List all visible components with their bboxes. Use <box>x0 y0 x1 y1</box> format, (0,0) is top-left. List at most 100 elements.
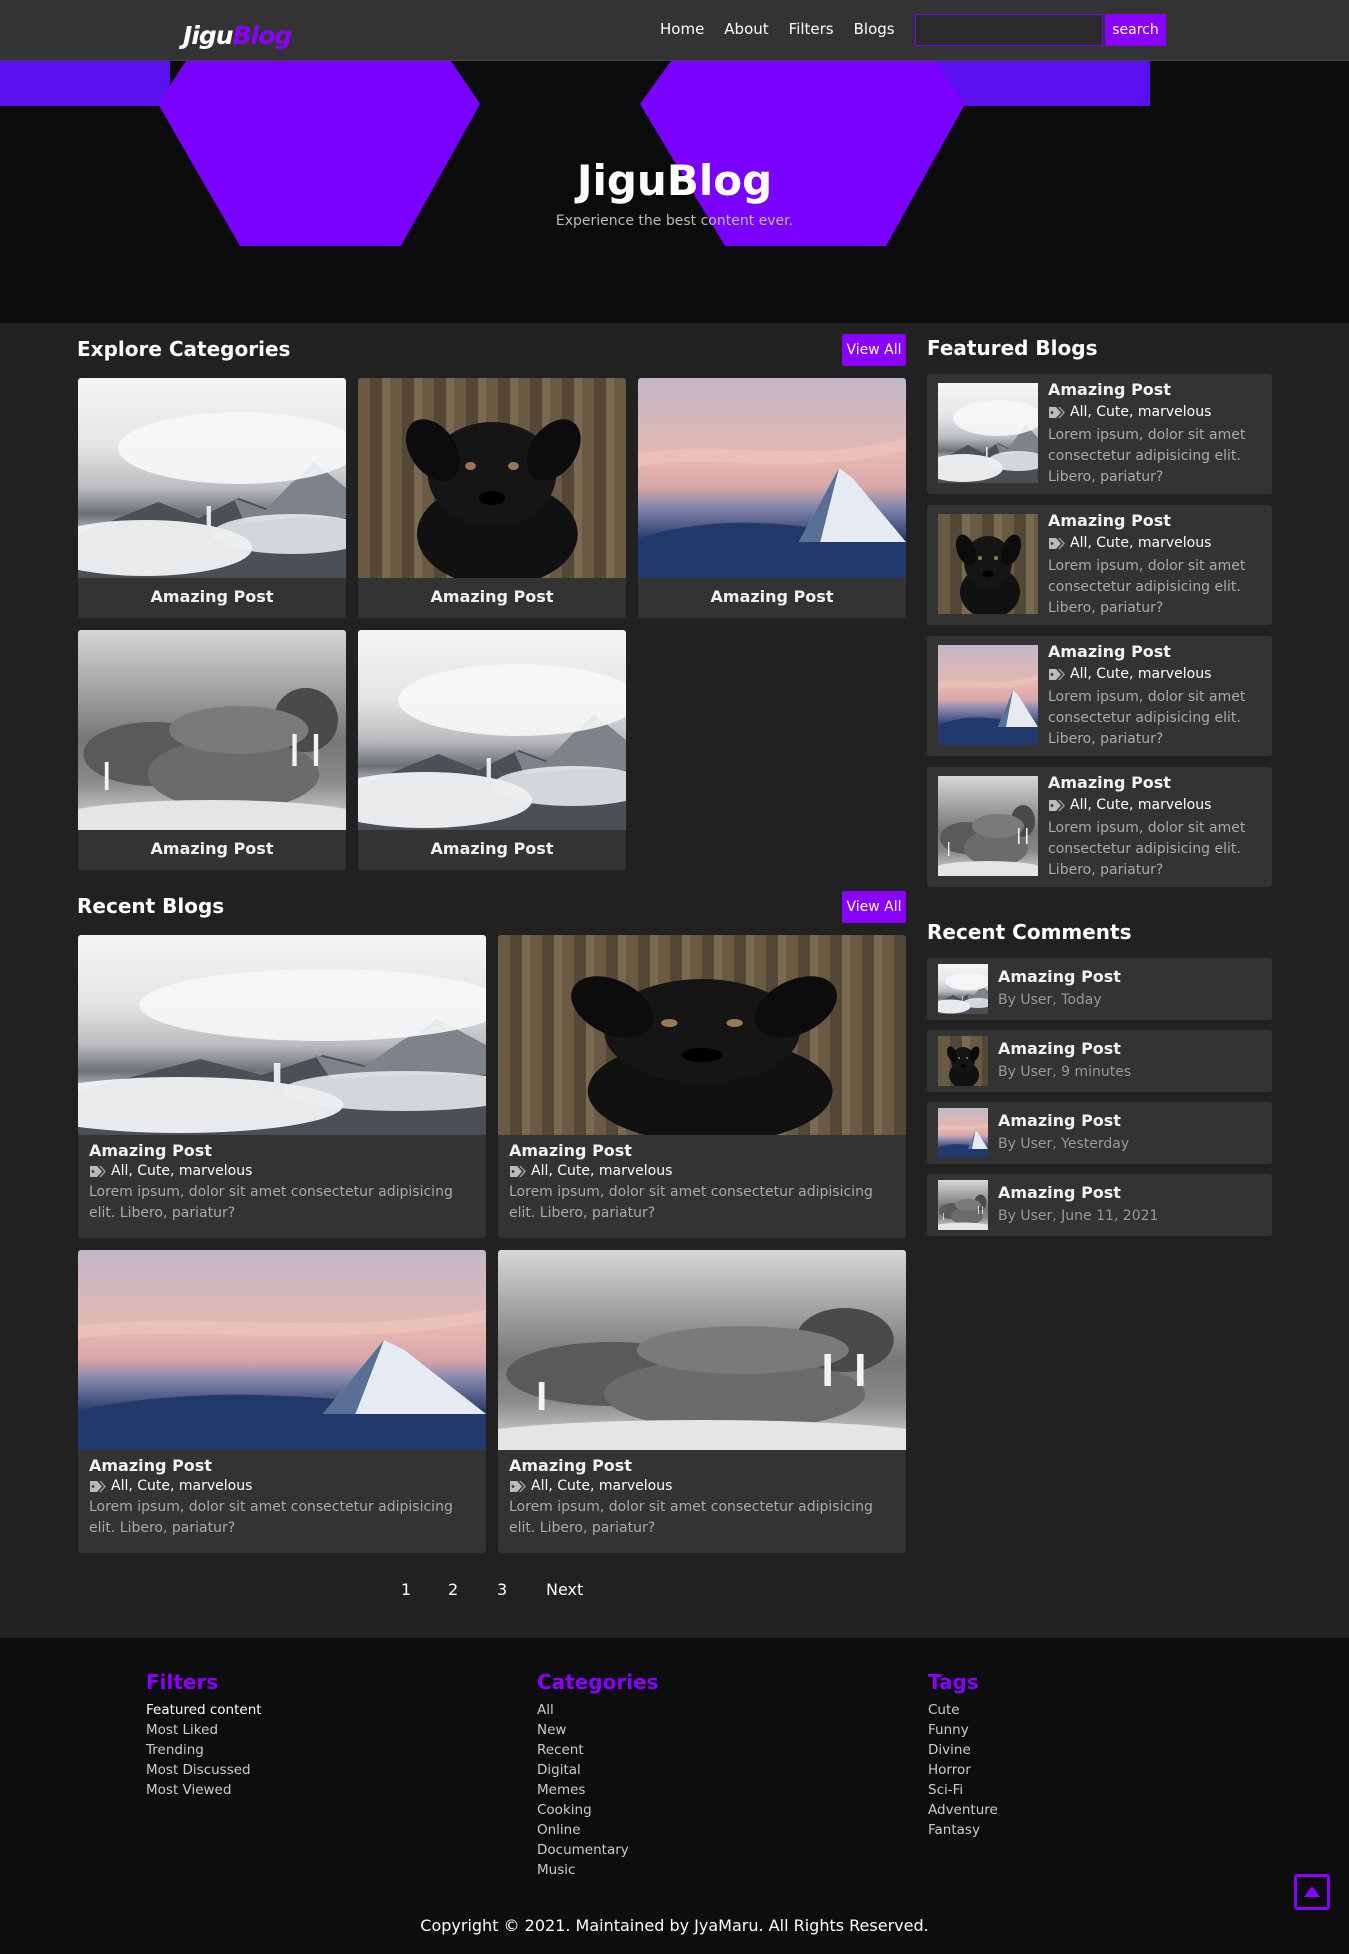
site-logo[interactable]: Jigu Blog <box>183 10 293 50</box>
nav-blogs[interactable]: Blogs <box>854 20 895 38</box>
blog-tags-text[interactable]: All, Cute, marvelous <box>531 1163 672 1179</box>
footer-category-link[interactable]: Memes <box>537 1780 659 1800</box>
featured-thumb <box>938 776 1038 876</box>
featured-title: Amazing Post <box>1048 773 1171 792</box>
blog-tags: All, Cute, marvelous <box>89 1163 475 1179</box>
category-image <box>78 630 346 830</box>
featured-title: Amazing Post <box>1048 380 1171 399</box>
category-card[interactable]: Amazing Post <box>638 378 906 618</box>
footer-categories: Categories All New Recent Digital Memes … <box>537 1670 659 1880</box>
blog-title: Amazing Post <box>89 1141 212 1160</box>
comment-post-title: Amazing Post <box>998 1183 1121 1202</box>
site-footer: Filters Featured content Most Liked Tren… <box>0 1638 1349 1954</box>
blog-image <box>498 1250 906 1450</box>
blog-tags-text[interactable]: All, Cute, marvelous <box>111 1163 252 1179</box>
comment-card[interactable]: Amazing Post By User, Today <box>927 958 1272 1020</box>
featured-excerpt: Lorem ipsum, dolor sit amet consectetur … <box>1048 820 1246 878</box>
scroll-to-top-button[interactable] <box>1294 1874 1330 1910</box>
footer-filter-link[interactable]: Trending <box>146 1740 262 1760</box>
category-card[interactable]: Amazing Post <box>358 378 626 618</box>
page-link-2[interactable]: 2 <box>448 1580 458 1599</box>
footer-filter-link[interactable]: Most Discussed <box>146 1760 262 1780</box>
category-card[interactable]: Amazing Post <box>358 630 626 870</box>
category-card[interactable]: Amazing Post <box>78 630 346 870</box>
featured-tags-text[interactable]: All, Cute, marvelous <box>1070 666 1211 682</box>
tag-icon <box>1048 668 1066 681</box>
featured-tags-text[interactable]: All, Cute, marvelous <box>1070 535 1211 551</box>
blog-tags: All, Cute, marvelous <box>89 1478 475 1494</box>
nav-home[interactable]: Home <box>660 20 704 38</box>
footer-tag-link[interactable]: Funny <box>928 1720 998 1740</box>
footer-category-link[interactable]: All <box>537 1700 659 1720</box>
comment-card[interactable]: Amazing Post By User, Yesterday <box>927 1102 1272 1164</box>
explore-view-all-button[interactable]: View All <box>842 334 906 366</box>
mountain-photo-art <box>938 400 1038 483</box>
footer-tag-link[interactable]: Fantasy <box>928 1820 998 1840</box>
featured-card[interactable]: Amazing Post All, Cute, marvelous Lorem … <box>927 374 1272 494</box>
featured-title: Amazing Post <box>1048 642 1171 661</box>
next-page-link[interactable]: Next <box>546 1580 583 1599</box>
blog-card[interactable]: Amazing Post All, Cute, marvelous Lorem … <box>498 1250 906 1553</box>
comment-meta: By User, 9 minutes <box>998 1064 1132 1080</box>
footer-category-link[interactable]: Digital <box>537 1760 659 1780</box>
page-link-3[interactable]: 3 <box>497 1580 507 1599</box>
walrus-photo-art <box>498 1308 906 1450</box>
dog-photo-art <box>406 419 581 578</box>
footer-filter-link[interactable]: Most Liked <box>146 1720 262 1740</box>
footer-tag-link[interactable]: Divine <box>928 1740 998 1760</box>
footer-category-link[interactable]: Music <box>537 1860 659 1880</box>
footer-filter-link[interactable]: Featured content <box>146 1700 262 1720</box>
footer-tag-link[interactable]: Sci-Fi <box>928 1780 998 1800</box>
mountain-photo-art <box>358 664 626 830</box>
category-label: Amazing Post <box>430 839 554 858</box>
footer-tag-link[interactable]: Horror <box>928 1760 998 1780</box>
page-link-1[interactable]: 1 <box>401 1580 411 1599</box>
main-nav: Home About Filters Blogs <box>660 20 915 38</box>
blog-card[interactable]: Amazing Post All, Cute, marvelous Lorem … <box>498 935 906 1238</box>
walrus-photo-art <box>938 805 1038 876</box>
footer-filter-link[interactable]: Most Viewed <box>146 1780 262 1800</box>
search-button[interactable]: search <box>1105 14 1166 46</box>
featured-tags: All, Cute, marvelous <box>1048 797 1211 813</box>
category-card[interactable]: Amazing Post <box>78 378 346 618</box>
blog-tags-text[interactable]: All, Cute, marvelous <box>111 1478 252 1494</box>
footer-category-link[interactable]: Cooking <box>537 1800 659 1820</box>
nav-about[interactable]: About <box>724 20 768 38</box>
footer-category-link[interactable]: Documentary <box>537 1840 659 1860</box>
featured-card[interactable]: Amazing Post All, Cute, marvelous Lorem … <box>927 767 1272 887</box>
blog-image <box>78 935 486 1135</box>
blog-title: Amazing Post <box>509 1141 632 1160</box>
comment-thumb <box>938 1180 988 1230</box>
tag-icon <box>509 1165 527 1178</box>
recent-blogs-title: Recent Blogs <box>77 894 225 918</box>
logo-part-2: Blog <box>232 21 293 50</box>
search-input[interactable] <box>915 14 1103 46</box>
footer-filters-title: Filters <box>146 1670 219 1694</box>
featured-card[interactable]: Amazing Post All, Cute, marvelous Lorem … <box>927 505 1272 625</box>
blog-card[interactable]: Amazing Post All, Cute, marvelous Lorem … <box>78 935 486 1238</box>
nav-filters[interactable]: Filters <box>789 20 834 38</box>
comment-card[interactable]: Amazing Post By User, June 11, 2021 <box>927 1174 1272 1236</box>
tag-icon <box>509 1480 527 1493</box>
footer-tag-link[interactable]: Cute <box>928 1700 998 1720</box>
footer-category-link[interactable]: Recent <box>537 1740 659 1760</box>
comment-card[interactable]: Amazing Post By User, 9 minutes <box>927 1030 1272 1092</box>
featured-tags: All, Cute, marvelous <box>1048 535 1211 551</box>
blog-card[interactable]: Amazing Post All, Cute, marvelous Lorem … <box>78 1250 486 1553</box>
footer-category-link[interactable]: Online <box>537 1820 659 1840</box>
blog-tags-text[interactable]: All, Cute, marvelous <box>531 1478 672 1494</box>
featured-card[interactable]: Amazing Post All, Cute, marvelous Lorem … <box>927 636 1272 756</box>
featured-tags-text[interactable]: All, Cute, marvelous <box>1070 404 1211 420</box>
footer-tag-link[interactable]: Adventure <box>928 1800 998 1820</box>
dog-photo-art <box>955 534 1022 614</box>
category-image <box>78 378 346 578</box>
comment-thumb <box>938 1108 988 1158</box>
blog-title: Amazing Post <box>509 1456 632 1475</box>
recent-view-all-button[interactable]: View All <box>842 891 906 923</box>
footer-category-link[interactable]: New <box>537 1720 659 1740</box>
comment-thumb <box>938 964 988 1014</box>
category-label: Amazing Post <box>150 839 274 858</box>
peak-photo-art <box>638 438 906 578</box>
comment-thumb <box>938 1036 988 1086</box>
featured-tags-text[interactable]: All, Cute, marvelous <box>1070 797 1211 813</box>
